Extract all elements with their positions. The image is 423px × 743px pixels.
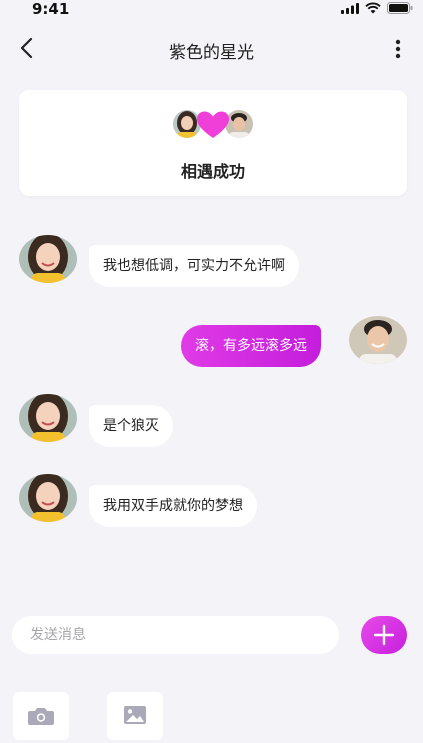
my-avatar[interactable] <box>349 316 407 364</box>
her-avatar[interactable] <box>19 394 77 442</box>
status-time: 9:41 <box>32 0 70 18</box>
more-vertical-icon <box>395 39 401 59</box>
heart-icon <box>197 111 229 138</box>
image-icon <box>124 706 146 724</box>
message-input[interactable] <box>12 616 339 654</box>
image-button[interactable] <box>107 692 163 740</box>
her-avatar[interactable] <box>19 474 77 522</box>
wifi-icon <box>365 2 381 14</box>
signal-icon <box>341 2 359 14</box>
status-bar: 9:41 <box>0 0 423 18</box>
nav-bar: 紫色的星光 <box>0 28 423 72</box>
match-success-text: 相遇成功 <box>180 162 245 181</box>
camera-icon <box>28 708 54 725</box>
status-icons <box>341 2 413 14</box>
match-card: 相遇成功 <box>19 90 407 196</box>
match-avatars <box>171 106 257 140</box>
her-avatar[interactable] <box>19 235 77 283</box>
message-bubble: 我也想低调，可实力不允许啊 <box>89 245 299 287</box>
message-input-wrap <box>12 616 339 654</box>
message-bubble: 我用双手成就你的梦想 <box>89 485 257 527</box>
battery-icon <box>387 2 413 14</box>
message-bubble: 是个狼灭 <box>89 405 173 447</box>
page-title: 紫色的星光 <box>169 43 254 63</box>
more-button[interactable] <box>393 38 403 60</box>
message-bubble: 滚，有多远滚多远 <box>181 325 321 367</box>
plus-icon <box>373 624 395 646</box>
camera-button[interactable] <box>13 692 69 740</box>
add-button[interactable] <box>361 616 407 654</box>
